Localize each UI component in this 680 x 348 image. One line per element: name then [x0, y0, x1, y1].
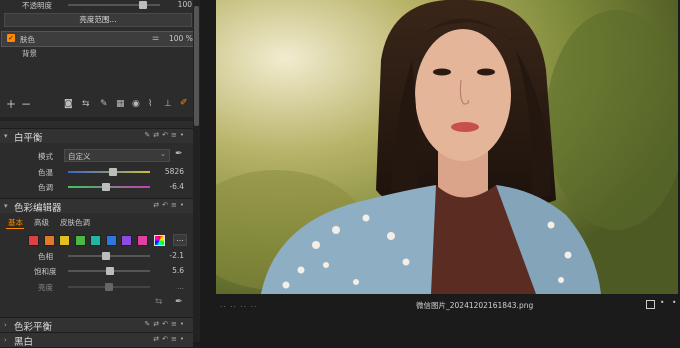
layer-opacity: 100 % [169, 34, 193, 43]
hue-slider[interactable] [68, 252, 150, 260]
black-white-header[interactable]: › 黑白 ⇄↶≡• [0, 332, 193, 348]
lightness-value[interactable]: ... [154, 282, 184, 291]
expand-caret-icon[interactable]: › [4, 321, 7, 329]
nav-dots[interactable]: .. .. .. .. [220, 300, 257, 309]
gradient-icon[interactable]: ▦ [116, 99, 125, 109]
color-picker-icon[interactable]: ✒ [175, 297, 183, 307]
temp-label: 色温 [38, 168, 53, 177]
white-balance-header[interactable]: ▾ 白平衡 ✎⇄↶≡• [0, 128, 193, 144]
color-swatch[interactable] [90, 235, 101, 246]
add-layer-icon[interactable]: + [6, 97, 16, 111]
tab-advanced[interactable]: 高级 [34, 217, 49, 228]
hue-slider-thumb[interactable] [102, 252, 111, 260]
color-swatch[interactable] [74, 235, 86, 246]
stamp-icon[interactable]: ⊥ [164, 99, 172, 109]
color-swatch[interactable] [43, 235, 55, 246]
tab-underline [6, 228, 24, 229]
layer-adjust-icon[interactable]: ⚌ [152, 33, 159, 42]
wb-picker-icon[interactable]: ✒ [175, 149, 183, 159]
collapse-caret-icon[interactable]: ▾ [4, 132, 8, 140]
more-button[interactable]: ... [173, 234, 187, 246]
eyedropper-icon[interactable]: ⌇ [148, 99, 152, 109]
chevron-down-icon: ⌄ [160, 150, 166, 158]
saturation-value[interactable]: 5.6 [154, 266, 184, 275]
tool-panel: 不透明度 100 亮度范围... ✓ 肤色 ⚌ 100 % 背景 + − ◙ ⇆… [0, 0, 200, 348]
radial-icon[interactable]: ◉ [132, 99, 140, 109]
color-swatch[interactable] [121, 235, 132, 246]
panel-scrollbar[interactable] [193, 0, 200, 342]
lightness-slider[interactable] [68, 283, 150, 291]
section-tools-icon[interactable]: ⇄↶≡• [153, 201, 187, 209]
temp-slider[interactable] [68, 168, 150, 176]
black-white-title: 黑白 [14, 337, 34, 348]
custom-color-swatch[interactable] [154, 235, 165, 246]
swap-icon[interactable]: ⇆ [82, 99, 90, 109]
tab-basic[interactable]: 基本 [8, 217, 23, 228]
saturation-slider-thumb[interactable] [106, 267, 115, 275]
mask-icon[interactable]: ◙ [64, 99, 73, 109]
temp-value[interactable]: 5826 [154, 167, 184, 176]
wb-mode-select[interactable]: 自定义 ⌄ [64, 149, 170, 162]
opacity-label: 不透明度 [22, 1, 52, 10]
wb-mode-value: 自定义 [68, 152, 91, 161]
opacity-slider-thumb[interactable] [139, 1, 148, 9]
dot-icon[interactable]: • [660, 298, 664, 307]
section-tools-icon[interactable]: ✎⇄↶≡• [144, 320, 187, 328]
portrait-photo [216, 0, 678, 294]
tint-value[interactable]: -6.4 [154, 182, 184, 191]
status-bar: .. .. .. .. 微信图片_20241202161843.png • • [216, 296, 680, 312]
color-swatch[interactable] [28, 235, 39, 246]
layer-name: 背景 [22, 49, 37, 58]
saturation-slider[interactable] [68, 267, 150, 275]
hue-value[interactable]: -2.1 [154, 251, 184, 260]
tab-skin-tone[interactable]: 皮肤色调 [60, 217, 90, 228]
reset-swap-icon[interactable]: ⇆ [155, 297, 163, 307]
tint-slider[interactable] [68, 183, 150, 191]
white-balance-title: 白平衡 [14, 133, 43, 144]
expand-caret-icon[interactable]: › [4, 336, 7, 344]
eraser-icon[interactable]: ✐ [180, 98, 188, 108]
layer-checkbox[interactable]: ✓ [7, 34, 15, 42]
hue-label: 色相 [38, 252, 53, 261]
image-filename: 微信图片_20241202161843.png [416, 301, 534, 310]
lightness-label: 亮度 [38, 283, 53, 292]
temp-slider-thumb[interactable] [108, 168, 117, 176]
scrollbar-thumb[interactable] [194, 6, 199, 126]
color-balance-title: 色彩平衡 [14, 322, 53, 333]
tint-slider-thumb[interactable] [102, 183, 111, 191]
color-swatch[interactable] [105, 235, 117, 246]
brush-icon[interactable]: ✎ [100, 99, 108, 109]
divider [0, 117, 193, 121]
photo-viewer[interactable] [216, 0, 678, 294]
section-tools-icon[interactable]: ✎⇄↶≡• [144, 131, 187, 139]
color-editor-header[interactable]: ▾ 色彩编辑器 ⇄↶≡• [0, 198, 193, 214]
color-swatch[interactable] [136, 235, 148, 246]
single-view-icon[interactable] [646, 300, 655, 309]
color-editor-title: 色彩编辑器 [14, 203, 62, 214]
collapse-caret-icon[interactable]: ▾ [4, 202, 8, 210]
layer-name: 肤色 [20, 35, 35, 44]
layer-row-background[interactable]: 背景 [0, 47, 193, 59]
remove-layer-icon[interactable]: − [21, 97, 31, 111]
opacity-slider[interactable] [68, 1, 160, 9]
layer-row-skin[interactable]: ✓ 肤色 ⚌ 100 % [1, 31, 194, 47]
luma-range-button[interactable]: 亮度范围... [4, 13, 192, 27]
tint-label: 色调 [38, 183, 53, 192]
opacity-value[interactable]: 100 [162, 0, 192, 9]
saturation-label: 饱和度 [34, 267, 57, 276]
color-swatch[interactable] [59, 235, 70, 246]
lightness-slider-thumb[interactable] [105, 283, 113, 291]
color-balance-header[interactable]: › 色彩平衡 ✎⇄↶≡• [0, 317, 193, 333]
wb-mode-label: 模式 [38, 152, 53, 161]
dot-icon[interactable]: • [672, 298, 676, 307]
